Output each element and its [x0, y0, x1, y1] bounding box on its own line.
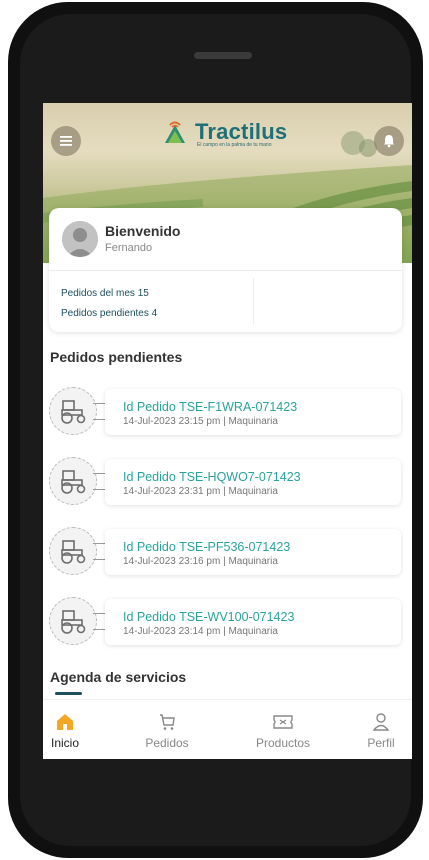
agenda-tab-indicator	[55, 692, 82, 695]
nav-productos-label: Productos	[255, 736, 311, 750]
tractor-order-icon	[49, 387, 97, 435]
tractor-order-icon	[49, 527, 97, 575]
app-screen: Tractilus El campo en la palma de tu man…	[43, 103, 412, 759]
notifications-button[interactable]	[374, 126, 404, 156]
cart-icon	[160, 714, 175, 730]
menu-button[interactable]	[51, 126, 81, 156]
order-item[interactable]: Id Pedido TSE-F1WRA-071423 14-Jul-2023 2…	[49, 387, 407, 437]
order-item[interactable]: Id Pedido TSE-WV100-071423 14-Jul-2023 2…	[49, 597, 407, 647]
order-card[interactable]: Id Pedido TSE-WV100-071423 14-Jul-2023 2…	[105, 599, 401, 645]
order-id: Id Pedido TSE-F1WRA-071423	[123, 400, 298, 414]
stat-pending-value: 4	[151, 308, 158, 319]
welcome-card: Bienvenido Fernando Pedidos del mes 15 P…	[49, 208, 402, 332]
order-meta: 14-Jul-2023 23:31 pm | Maquinaria	[123, 486, 278, 497]
stat-month: Pedidos del mes 15	[61, 288, 149, 299]
stat-month-value: 15	[137, 288, 149, 299]
nav-perfil-label: Perfil	[367, 736, 395, 750]
nav-productos[interactable]: Productos	[251, 700, 315, 759]
order-item[interactable]: Id Pedido TSE-HQWO7-071423 14-Jul-2023 2…	[49, 457, 407, 507]
tractor-order-icon	[49, 597, 97, 645]
user-name: Fernando	[105, 242, 153, 254]
order-id: Id Pedido TSE-HQWO7-071423	[123, 470, 301, 484]
ticket-icon	[273, 715, 293, 729]
menu-icon	[60, 136, 72, 146]
user-avatar-icon	[62, 221, 98, 257]
bell-icon	[384, 135, 394, 148]
card-vertical-divider	[253, 278, 254, 324]
nav-pedidos[interactable]: Pedidos	[141, 700, 193, 759]
order-meta: 14-Jul-2023 23:14 pm | Maquinaria	[123, 626, 278, 637]
agenda-section-title: Agenda de servicios	[50, 669, 187, 685]
nav-pedidos-label: Pedidos	[145, 736, 189, 750]
tractor-order-icon	[49, 457, 97, 505]
stat-pending: Pedidos pendientes 4	[61, 308, 157, 319]
user-icon	[372, 713, 390, 731]
order-card[interactable]: Id Pedido TSE-PF536-071423 14-Jul-2023 2…	[105, 529, 401, 575]
order-id: Id Pedido TSE-WV100-071423	[123, 610, 295, 624]
welcome-title: Bienvenido	[105, 223, 181, 239]
order-id: Id Pedido TSE-PF536-071423	[123, 540, 291, 554]
nav-inicio-label: Inicio	[50, 736, 79, 750]
phone-speaker	[194, 52, 252, 59]
order-card[interactable]: Id Pedido TSE-F1WRA-071423 14-Jul-2023 2…	[105, 389, 401, 435]
order-card[interactable]: Id Pedido TSE-HQWO7-071423 14-Jul-2023 2…	[105, 459, 401, 505]
nav-perfil[interactable]: Perfil	[361, 700, 401, 759]
card-divider	[49, 270, 402, 271]
order-meta: 14-Jul-2023 23:16 pm | Maquinaria	[123, 556, 278, 567]
home-icon	[57, 714, 73, 730]
brand-tagline: El campo en la palma de tu mano	[197, 142, 272, 148]
pending-orders-title: Pedidos pendientes	[50, 349, 183, 365]
tractor-logo-icon	[165, 121, 185, 143]
nav-inicio[interactable]: Inicio	[48, 700, 82, 759]
order-meta: 14-Jul-2023 23:15 pm | Maquinaria	[123, 416, 278, 427]
stat-month-label: Pedidos del mes	[61, 288, 135, 299]
stat-pending-label: Pedidos pendientes	[61, 308, 149, 319]
order-item[interactable]: Id Pedido TSE-PF536-071423 14-Jul-2023 2…	[49, 527, 407, 577]
avatar[interactable]	[62, 221, 98, 257]
bottom-navigation: Inicio Pedidos Productos Perfil	[43, 699, 412, 759]
